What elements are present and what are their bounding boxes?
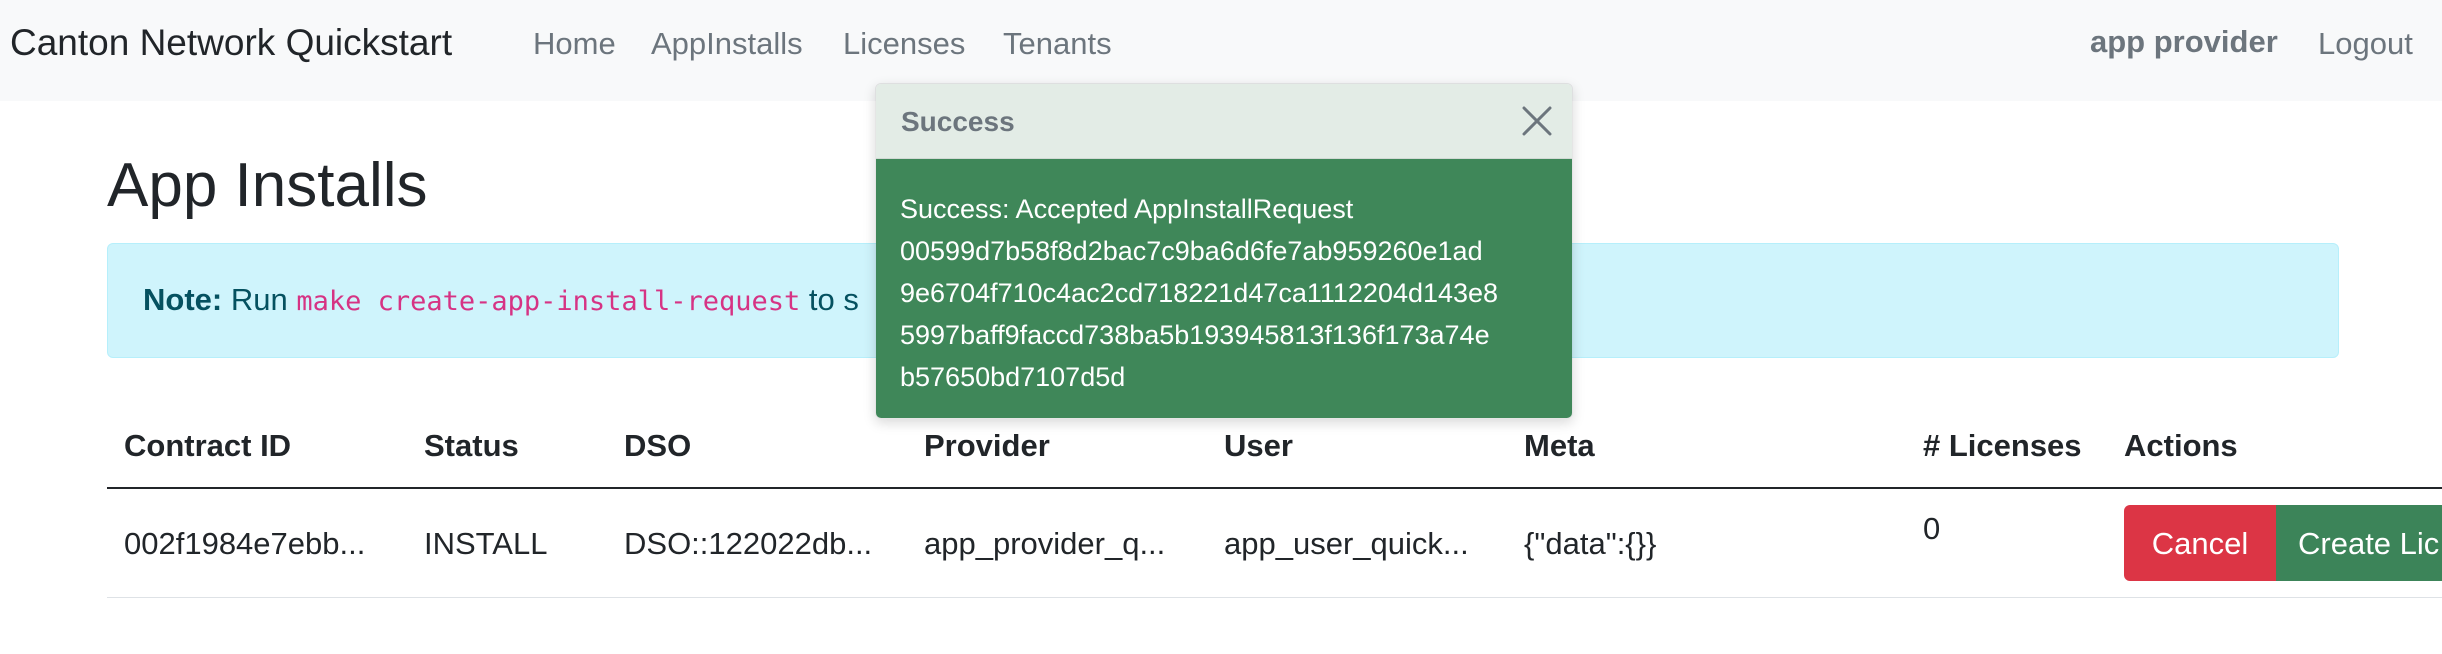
current-user-label: app provider [2090,24,2278,59]
note-prefix: Run [222,282,297,317]
toast-header: Success [876,84,1572,159]
cell-dso: DSO::122022db... [624,526,873,561]
column-header-actions: Actions [2124,428,2238,463]
column-header-contract-id: Contract ID [124,428,292,463]
logout-link[interactable]: Logout [2318,26,2413,62]
toast-message-line: b57650bd7107d5d [900,362,1126,392]
column-header-status: Status [424,428,519,463]
nav-link-appinstalls[interactable]: AppInstalls [651,26,803,62]
navbar-brand[interactable]: Canton Network Quickstart [10,22,452,64]
cell-user: app_user_quick... [1224,526,1469,561]
create-license-button[interactable]: Create Lic [2276,505,2442,581]
note-command: make create-app-install-request [296,286,801,317]
note-label: Note: [143,282,223,317]
note-text: Note: Run make create-app-install-reques… [143,282,859,318]
column-header-dso: DSO [624,428,692,463]
page-title: App Installs [107,151,428,220]
toast-title: Success [901,106,1015,137]
success-toast: Success Success: Accepted AppInstallRequ… [875,83,1573,419]
toast-message-line: 9e6704f710c4ac2cd718221d47ca1112204d143e… [900,278,1499,308]
cell-licenses: 0 [1923,511,1941,546]
nav-link-tenants[interactable]: Tenants [1003,26,1112,62]
column-header-provider: Provider [924,428,1050,463]
toast-message-line: 00599d7b58f8d2bac7c9ba6d6fe7ab959260e1ad [900,236,1483,266]
note-suffix: to s [800,282,859,317]
table-row-divider [107,597,2442,598]
cell-contract-id: 002f1984e7ebb... [124,526,366,561]
nav-link-licenses[interactable]: Licenses [843,26,965,62]
toast-body: Success: Accepted AppInstallRequest 0059… [876,159,1572,418]
column-header-licenses: # Licenses [1923,428,2082,463]
close-icon[interactable] [1521,105,1553,137]
column-header-user: User [1224,428,1293,463]
cancel-button[interactable]: Cancel [2124,505,2276,581]
cell-status: INSTALL [424,526,548,561]
table-header-divider [107,487,2442,489]
cell-provider: app_provider_q... [924,526,1166,561]
cell-meta: {"data":{}} [1524,526,1657,561]
nav-link-home[interactable]: Home [533,26,616,62]
toast-message-line: 5997baff9faccd738ba5b193945813f136f173a7… [900,320,1490,350]
column-header-meta: Meta [1524,428,1595,463]
toast-message-line: Success: Accepted AppInstallRequest [900,194,1354,224]
